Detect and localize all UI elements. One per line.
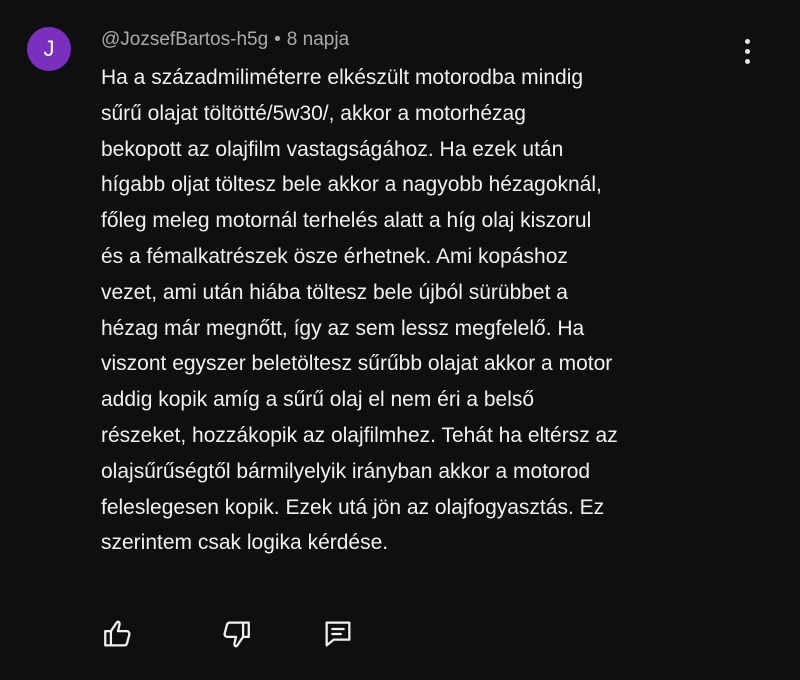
- like-button[interactable]: [98, 612, 138, 656]
- avatar[interactable]: J: [27, 27, 71, 71]
- comment-text: Ha a századmiliméterre elkészült motorod…: [101, 66, 618, 555]
- separator-dot: •: [274, 29, 281, 50]
- comment-icon: [325, 621, 351, 647]
- author-name[interactable]: @JozsefBartos-h5g: [101, 29, 268, 50]
- comment-thread: J @JozsefBartos-h5g • 8 napja Ha a századm…: [0, 0, 800, 680]
- timestamp[interactable]: 8 napja: [287, 29, 349, 50]
- thumbs-down-icon: [223, 621, 250, 648]
- thumbs-up-icon: [104, 620, 131, 647]
- dislike-button[interactable]: [216, 612, 256, 656]
- reply-button[interactable]: [318, 612, 358, 656]
- comment-header: @JozsefBartos-h5g • 8 napja: [101, 28, 349, 52]
